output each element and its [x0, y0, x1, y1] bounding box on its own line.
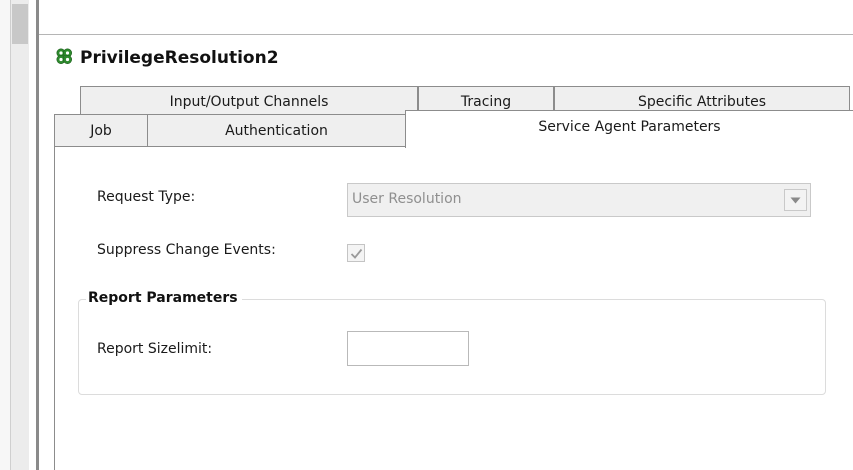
left-gutter: [0, 0, 10, 470]
suppress-change-events-checkbox[interactable]: [347, 244, 365, 262]
splitter-bar[interactable]: [36, 0, 39, 470]
page-title: PrivilegeResolution2: [80, 48, 279, 68]
tab-label: Authentication: [225, 122, 328, 139]
object-header: PrivilegeResolution2: [54, 46, 279, 70]
scrollbar-thumb[interactable]: [12, 4, 28, 44]
tab-service-agent-parameters[interactable]: Service Agent Parameters: [405, 110, 853, 148]
vertical-scrollbar[interactable]: [10, 0, 29, 470]
tab-input-output-channels[interactable]: Input/Output Channels: [80, 86, 418, 116]
request-type-label: Request Type:: [97, 189, 196, 205]
tab-authentication[interactable]: Authentication: [147, 114, 406, 146]
tab-label: Job: [90, 122, 112, 139]
request-type-select[interactable]: User Resolution: [347, 183, 811, 217]
chevron-down-icon: [790, 197, 801, 203]
tab-job[interactable]: Job: [54, 114, 148, 146]
tab-label: Tracing: [460, 93, 512, 110]
top-divider: [39, 34, 853, 35]
dropdown-button[interactable]: [784, 189, 807, 211]
tab-label: Input/Output Channels: [169, 93, 329, 110]
report-parameters-title: Report Parameters: [86, 290, 242, 306]
request-type-value: User Resolution: [352, 191, 462, 207]
gear-cluster-icon: [54, 46, 74, 70]
report-sizelimit-label: Report Sizelimit:: [97, 341, 213, 357]
tab-label: Specific Attributes: [637, 93, 767, 110]
checkmark-icon: [350, 248, 362, 259]
suppress-change-events-label: Suppress Change Events:: [97, 242, 276, 258]
tab-label: Service Agent Parameters: [538, 118, 721, 135]
report-sizelimit-input[interactable]: [347, 331, 469, 366]
